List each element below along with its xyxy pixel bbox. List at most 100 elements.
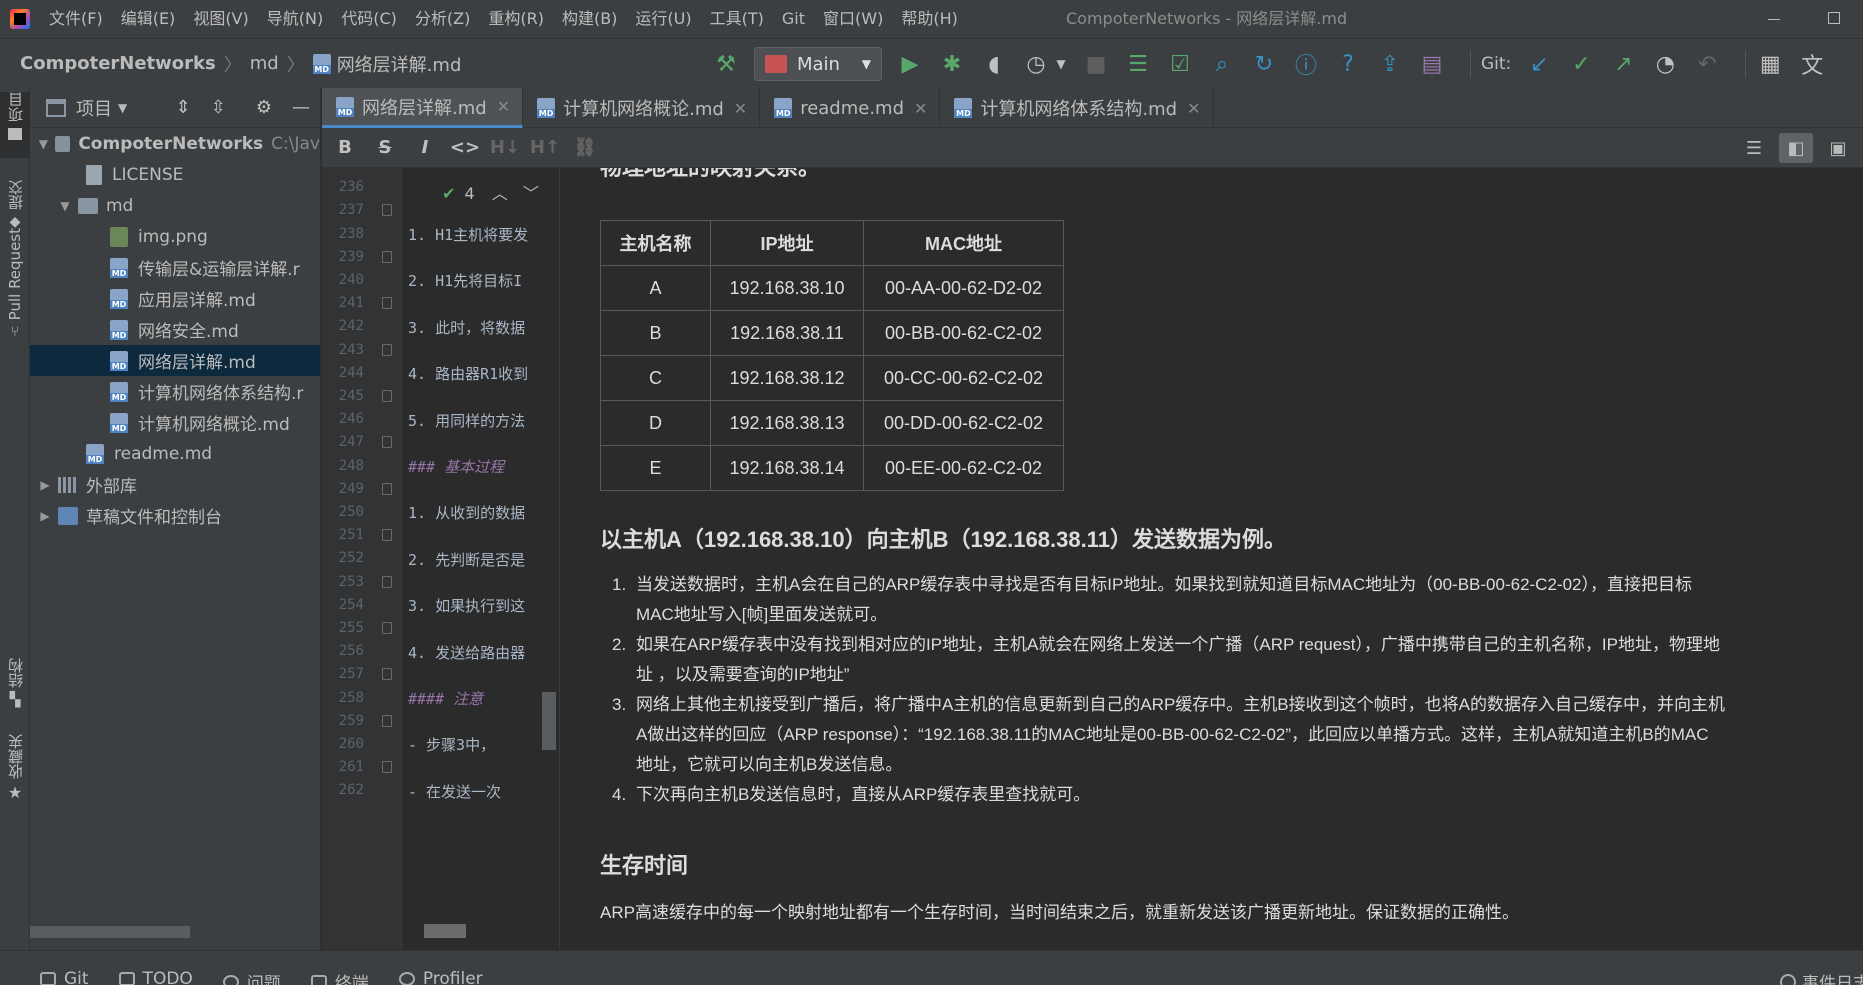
tab-network-overview[interactable]: 计算机网络概论.md ✕	[523, 88, 761, 128]
fold-marker-icon[interactable]	[382, 575, 392, 588]
chevron-up-icon[interactable]: ︿	[492, 184, 508, 203]
close-icon[interactable]: ✕	[1187, 99, 1200, 118]
menu-view[interactable]: 视图(V)	[184, 0, 257, 38]
fold-marker-icon[interactable]	[382, 297, 392, 310]
document-settings-icon[interactable]: ▤	[1418, 50, 1446, 78]
menu-edit[interactable]: 编辑(E)	[112, 0, 185, 38]
vertical-scrollbar[interactable]	[542, 692, 556, 750]
debug-bug-icon[interactable]: ✱	[938, 50, 966, 78]
fold-marker-icon[interactable]	[382, 436, 392, 449]
minimize-icon[interactable]	[1768, 8, 1782, 30]
menu-analyze[interactable]: 分析(Z)	[406, 0, 479, 38]
hide-panel-icon[interactable]: —	[292, 97, 310, 118]
intellij-logo-icon[interactable]	[10, 9, 30, 29]
menu-refactor[interactable]: 重构(R)	[479, 0, 553, 38]
maximize-icon[interactable]	[1828, 12, 1840, 24]
bottom-tab-profiler[interactable]: Profiler	[398, 951, 483, 985]
pull-requests-tool-button[interactable]: Pull Request ⑂	[0, 228, 30, 348]
tree-item-img-png[interactable]: img.png	[30, 221, 320, 252]
fold-marker-icon[interactable]	[382, 622, 392, 634]
fold-marker-icon[interactable]	[382, 390, 392, 402]
fold-marker-icon[interactable]	[382, 482, 392, 495]
bottom-tab-git[interactable]: Git	[40, 951, 89, 985]
menu-tools[interactable]: 工具(T)	[701, 0, 773, 38]
chevron-down-icon[interactable]: ▼	[1054, 50, 1068, 78]
list-tasks-icon[interactable]: ☰	[1124, 50, 1152, 78]
project-tool-button[interactable]: 项目	[0, 92, 30, 158]
italic-button[interactable]: I	[408, 137, 442, 158]
menu-file[interactable]: 文件(F)	[40, 0, 112, 38]
breadcrumb-folder[interactable]: md	[250, 53, 279, 74]
menu-git[interactable]: Git	[773, 0, 814, 38]
fold-marker-icon[interactable]	[382, 761, 392, 774]
fold-marker-icon[interactable]	[382, 204, 392, 217]
translate-icon[interactable]: 文	[1798, 50, 1826, 79]
fold-marker-icon[interactable]	[382, 343, 392, 356]
bottom-tab-todo[interactable]: TODO	[118, 951, 193, 985]
tree-root-project[interactable]: ▼ CompoterNetworks C:\Jav	[30, 128, 320, 159]
horizontal-scrollbar[interactable]	[30, 926, 190, 938]
help-icon[interactable]: ?	[1334, 50, 1362, 78]
tree-item-readme-md[interactable]: readme.md	[30, 438, 320, 469]
menu-help[interactable]: 帮助(H)	[892, 0, 967, 38]
tree-item-security-md[interactable]: 网络安全.md	[30, 314, 320, 345]
tab-readme[interactable]: readme.md ✕	[760, 88, 941, 128]
structure-tool-button[interactable]: 结构 ▚	[0, 658, 30, 718]
tree-item-external-libraries[interactable]: ▶ 外部库	[30, 469, 320, 500]
upload-icon[interactable]: ⇪	[1376, 50, 1404, 78]
tree-item-license[interactable]: LICENSE	[30, 159, 320, 190]
chevron-down-icon[interactable]: ﹀	[523, 184, 539, 203]
fold-marker-icon[interactable]	[382, 250, 392, 263]
run-icon[interactable]: ▶	[896, 50, 924, 78]
project-view-select[interactable]: 项目	[76, 95, 112, 121]
split-view-icon[interactable]: ◧	[1779, 133, 1813, 163]
gear-icon[interactable]: ⚙	[256, 97, 272, 118]
coverage-shield-icon[interactable]: ◖	[980, 50, 1008, 78]
breadcrumb-project[interactable]: CompoterNetworks	[20, 53, 216, 74]
expand-all-icon[interactable]: ⇕	[176, 97, 191, 118]
tab-network-layer[interactable]: 网络层详解.md ✕	[322, 88, 524, 128]
inspection-widget[interactable]: ✔ 4 ︿ ﹀	[442, 180, 539, 204]
checkbox-icon[interactable]: ☑	[1166, 50, 1194, 78]
tree-item-overview-md[interactable]: 计算机网络概论.md	[30, 407, 320, 438]
fold-marker-icon[interactable]	[382, 529, 392, 542]
fold-marker-icon[interactable]	[382, 668, 392, 681]
refresh-icon[interactable]: ↻	[1250, 50, 1278, 78]
editor-only-view-icon[interactable]: ☰	[1737, 133, 1771, 163]
close-icon[interactable]: ✕	[734, 99, 747, 118]
tree-item-application-md[interactable]: 应用层详解.md	[30, 283, 320, 314]
fold-placeholder[interactable]	[424, 924, 466, 938]
project-structure-icon[interactable]: ▦	[1756, 50, 1784, 78]
history-clock-icon[interactable]: ◔	[1651, 50, 1679, 78]
preview-only-view-icon[interactable]: ▣	[1821, 133, 1855, 163]
menu-window[interactable]: 窗口(W)	[814, 0, 892, 38]
profile-icon[interactable]: ◷	[1022, 50, 1050, 78]
git-commit-icon[interactable]: ✓	[1567, 50, 1595, 78]
close-icon[interactable]: ✕	[497, 97, 510, 116]
run-configuration-select[interactable]: Main ▼	[754, 47, 882, 81]
git-push-icon[interactable]: ↗	[1609, 50, 1637, 78]
menu-navigate[interactable]: 导航(N)	[258, 0, 332, 38]
strikethrough-button[interactable]: S	[368, 137, 402, 158]
close-icon[interactable]: ✕	[914, 99, 927, 118]
git-update-icon[interactable]: ↙	[1525, 50, 1553, 78]
breadcrumb-file[interactable]: 网络层详解.md	[337, 51, 462, 77]
event-log-button[interactable]: 事件日志	[1780, 969, 1863, 985]
bottom-tab-terminal[interactable]: 终端	[310, 951, 369, 985]
markdown-source-editor[interactable]: 235 236 237 238 239 240 241 242 243 244 245 246 247 2…	[322, 168, 558, 950]
code-button[interactable]: <>	[448, 137, 482, 158]
menu-code[interactable]: 代码(C)	[332, 0, 406, 38]
chevron-down-icon[interactable]: ▼	[118, 101, 127, 115]
tree-item-architecture-md[interactable]: 计算机网络体系结构.r	[30, 376, 320, 407]
tab-architecture[interactable]: 计算机网络体系结构.md ✕	[940, 88, 1214, 128]
menu-run[interactable]: 运行(U)	[626, 0, 700, 38]
tree-item-network-layer-md[interactable]: 网络层详解.md	[30, 345, 320, 376]
tree-item-scratches[interactable]: ▶ 草稿文件和控制台	[30, 500, 320, 531]
tree-item-md-folder[interactable]: ▼ md	[30, 190, 320, 221]
bottom-tab-problems[interactable]: 问题	[222, 951, 281, 985]
menu-build[interactable]: 构建(B)	[553, 0, 626, 38]
fold-marker-icon[interactable]	[382, 714, 392, 727]
tree-item-transport-md[interactable]: 传输层&运输层详解.r	[30, 252, 320, 283]
favorites-tool-button[interactable]: 收藏夹 ★	[0, 734, 30, 804]
info-icon[interactable]: ⓘ	[1292, 50, 1320, 79]
